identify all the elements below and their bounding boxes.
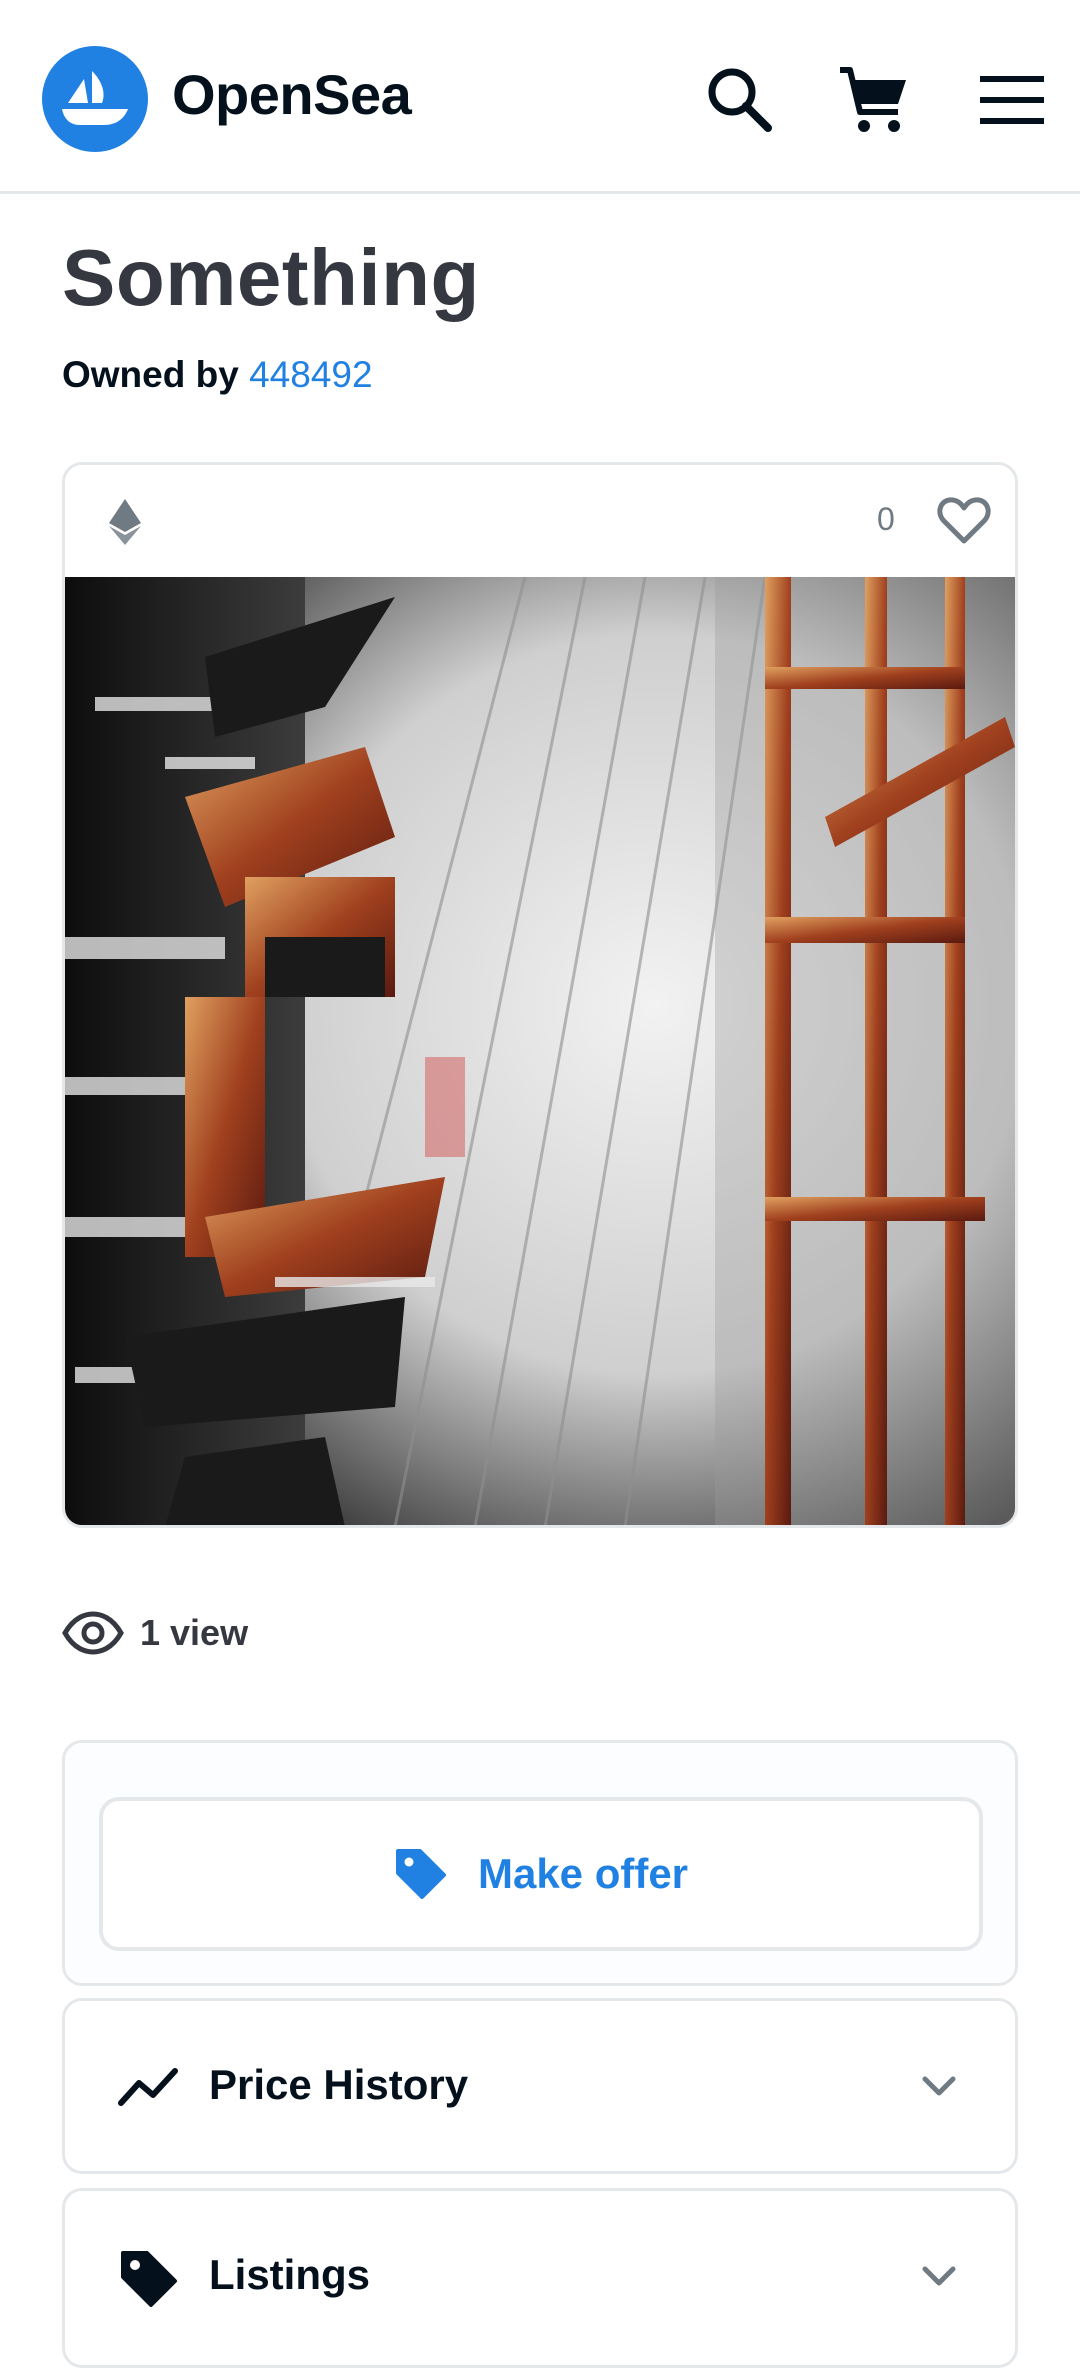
tag-icon [121,2251,177,2307]
ethereum-icon[interactable] [107,499,143,545]
cart-icon[interactable] [834,60,914,140]
menu-icon[interactable] [976,60,1056,140]
listings-label: Listings [209,2251,371,2298]
views-label: 1 view [140,1612,249,1653]
owned-by-label: Owned by [62,354,239,395]
item-media-card: 0 [62,462,1018,1528]
brand-name[interactable]: OpenSea [172,62,412,127]
make-offer-label: Make offer [477,1850,689,1897]
owner-link[interactable]: 448492 [249,354,372,395]
trending-line-icon [118,2068,178,2106]
views-count: 1 view [62,1608,248,1658]
opensea-logo-icon[interactable] [42,46,148,152]
heart-icon[interactable] [935,491,993,549]
item-title: Something [62,233,480,322]
card-header: 0 [65,465,1015,577]
eye-icon [62,1611,124,1655]
chevron-down-icon[interactable] [915,2063,963,2111]
favorite-count: 0 [877,501,895,537]
chevron-down-icon[interactable] [915,2253,963,2301]
top-nav-bar: OpenSea [0,0,1080,194]
search-icon[interactable] [700,60,780,140]
price-history-label: Price History [209,2061,469,2108]
owned-by: Owned by 448492 [62,354,373,396]
make-offer-button[interactable]: Make offer [99,1797,983,1951]
nft-image[interactable] [65,577,1015,1525]
price-history-section[interactable]: Price History [62,1998,1018,2174]
listings-section[interactable]: Listings [62,2188,1018,2368]
tag-icon [395,1849,446,1899]
offer-panel: Make offer [62,1740,1018,1986]
